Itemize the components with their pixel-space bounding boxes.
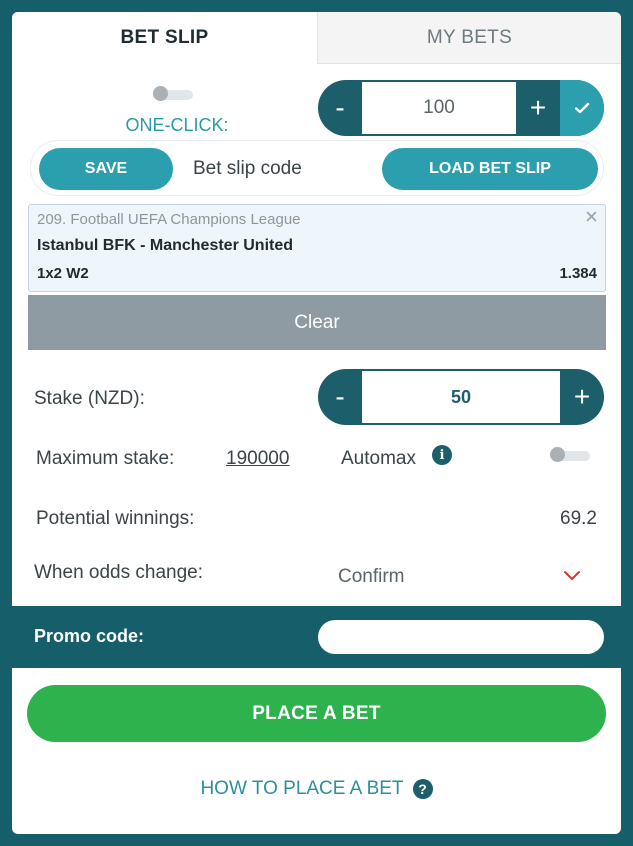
maximum-stake-value[interactable]: 190000 xyxy=(226,448,289,470)
one-click-amount-value[interactable]: 100 xyxy=(362,80,516,136)
stake-value[interactable]: 50 xyxy=(362,369,560,425)
one-click-confirm-button[interactable] xyxy=(560,80,604,136)
check-icon xyxy=(574,102,590,114)
bet-selection-card: 209. Football UEFA Champions League Ista… xyxy=(28,204,606,292)
tab-my-bets[interactable]: MY BETS xyxy=(317,12,621,64)
promo-code-label: Promo code: xyxy=(34,626,145,646)
chevron-down-icon[interactable] xyxy=(562,568,582,582)
bet-odds: 1.384 xyxy=(559,265,597,282)
close-icon xyxy=(586,211,597,222)
bet-match: Istanbul BFK - Manchester United xyxy=(37,237,294,254)
how-to-place-bet-link[interactable]: HOW TO PLACE A BET xyxy=(200,778,403,800)
bet-market: 1x2 W2 xyxy=(37,265,89,282)
tab-bet-slip[interactable]: BET SLIP xyxy=(12,12,317,64)
save-button[interactable]: SAVE xyxy=(39,148,173,190)
maximum-stake-label: Maximum stake: xyxy=(36,448,175,469)
stake-label: Stake (NZD): xyxy=(34,388,145,409)
odds-change-select[interactable]: Confirm xyxy=(338,566,405,588)
toggle-knob xyxy=(153,86,168,101)
place-bet-button[interactable]: PLACE A BET xyxy=(27,685,606,742)
info-icon[interactable]: i xyxy=(432,445,452,465)
automax-label: Automax xyxy=(341,448,416,469)
one-click-increase-button[interactable]: + xyxy=(516,80,560,136)
clear-button[interactable]: Clear xyxy=(28,295,606,350)
question-icon[interactable]: ? xyxy=(412,779,433,799)
one-click-toggle[interactable] xyxy=(153,86,193,102)
promo-code-bar: Promo code: xyxy=(12,606,621,668)
toggle-knob xyxy=(550,447,565,462)
one-click-label: ONE-CLICK: xyxy=(125,115,229,135)
stake-stepper: - 50 + xyxy=(318,369,604,425)
bet-slip-code-label: Bet slip code xyxy=(193,158,302,179)
one-click-decrease-button[interactable]: - xyxy=(318,80,362,136)
one-click-amount-stepper: - 100 + xyxy=(318,80,604,136)
tab-bar: BET SLIP MY BETS xyxy=(12,12,621,64)
potential-winnings-value: 69.2 xyxy=(560,508,597,529)
remove-bet-button[interactable] xyxy=(586,209,597,227)
how-to-place-bet-row: HOW TO PLACE A BET ? xyxy=(12,778,621,800)
bet-slip-panel: BET SLIP MY BETS ONE-CLICK: - 100 + SAVE… xyxy=(12,12,621,834)
stake-decrease-button[interactable]: - xyxy=(318,369,362,425)
potential-winnings-label: Potential winnings: xyxy=(36,508,195,529)
stake-increase-button[interactable]: + xyxy=(560,369,604,425)
load-bet-slip-button[interactable]: LOAD BET SLIP xyxy=(382,148,598,190)
automax-toggle[interactable] xyxy=(550,447,592,465)
bet-league: 209. Football UEFA Champions League xyxy=(37,211,301,228)
promo-code-input[interactable] xyxy=(318,620,604,654)
odds-change-label: When odds change: xyxy=(34,562,204,583)
bet-slip-code-row: SAVE Bet slip code LOAD BET SLIP xyxy=(30,140,604,196)
